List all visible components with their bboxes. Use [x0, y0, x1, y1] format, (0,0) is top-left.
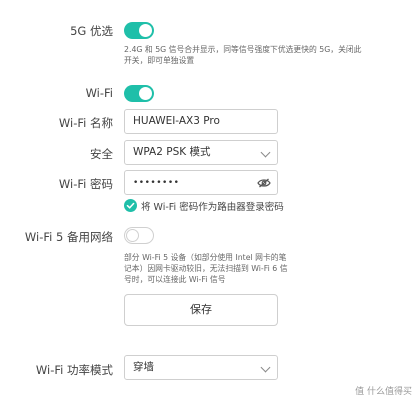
save-button[interactable]: 保存 [124, 294, 278, 326]
watermark: 值 什么值得买 [355, 387, 412, 397]
wifi5-backup-note: 部分 Wi-Fi 5 设备（如部分使用 Intel 网卡的笔记本）因网卡驱动较旧… [124, 253, 288, 284]
admin-password-checkbox-label: 将 Wi-Fi 密码作为路由器登录密码 [141, 202, 284, 213]
security-select-value: WPA2 PSK 模式 [133, 146, 211, 158]
fiveg-pref-label: 5G 优选 [70, 24, 113, 38]
wifi-label: Wi-Fi [85, 86, 113, 100]
chevron-down-icon [260, 147, 271, 158]
wifi-password-label: Wi-Fi 密码 [58, 177, 113, 191]
wifi-name-input[interactable]: HUAWEI-AX3 Pro [124, 109, 278, 134]
wifi-toggle[interactable] [124, 85, 154, 102]
power-mode-select[interactable]: 穿墙 [124, 355, 278, 380]
security-label: 安全 [90, 147, 113, 161]
wifi-password-input[interactable]: •••••••• [124, 170, 278, 195]
toggle-knob [139, 87, 152, 100]
wifi-password-value: •••••••• [133, 178, 180, 188]
chevron-down-icon [260, 362, 271, 373]
power-mode-label: Wi-Fi 功率模式 [35, 363, 113, 377]
fiveg-pref-note: 2.4G 和 5G 信号合并显示，同等信号强度下优选更快的 5G，关闭此开关，即… [124, 45, 362, 65]
security-select[interactable]: WPA2 PSK 模式 [124, 140, 278, 165]
power-mode-value: 穿墙 [133, 361, 154, 373]
wifi5-backup-toggle[interactable] [124, 227, 154, 244]
save-button-label: 保存 [190, 303, 212, 316]
admin-password-checkbox[interactable] [124, 199, 137, 212]
wifi5-backup-label: Wi-Fi 5 备用网络 [24, 230, 113, 244]
wifi-name-label: Wi-Fi 名称 [58, 116, 113, 130]
toggle-knob [139, 24, 152, 37]
toggle-knob [126, 228, 139, 242]
fiveg-pref-toggle[interactable] [124, 22, 154, 39]
eye-slash-icon[interactable] [257, 178, 271, 188]
